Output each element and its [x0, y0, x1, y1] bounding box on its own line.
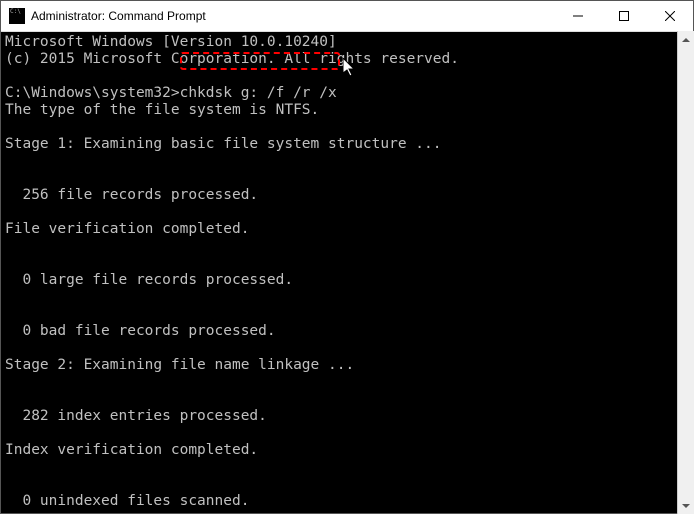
terminal-line — [5, 170, 689, 187]
app-icon — [9, 8, 25, 24]
terminal-line: Stage 2: Examining file name linkage ... — [5, 357, 689, 374]
scroll-up-button[interactable] — [678, 31, 694, 48]
terminal-line — [5, 476, 689, 493]
terminal-line — [5, 119, 689, 136]
terminal-line — [5, 425, 689, 442]
terminal-line: Microsoft Windows [Version 10.0.10240] — [5, 34, 689, 51]
window-controls — [555, 1, 693, 31]
terminal-line: The type of the file system is NTFS. — [5, 102, 689, 119]
terminal-line — [5, 238, 689, 255]
terminal-line: 256 file records processed. — [5, 187, 689, 204]
terminal-line — [5, 68, 689, 85]
scroll-down-button[interactable] — [678, 497, 694, 514]
minimize-button[interactable] — [555, 1, 601, 31]
titlebar[interactable]: Administrator: Command Prompt — [1, 1, 693, 32]
terminal-line: 0 unindexed files scanned. — [5, 493, 689, 510]
terminal-output[interactable]: Microsoft Windows [Version 10.0.10240](c… — [1, 32, 693, 513]
terminal-line: Stage 1: Examining basic file system str… — [5, 136, 689, 153]
terminal-line: C:\Windows\system32>chkdsk g: /f /r /x — [5, 85, 689, 102]
terminal-line — [5, 459, 689, 476]
terminal-line: 0 large file records processed. — [5, 272, 689, 289]
terminal-line: File verification completed. — [5, 221, 689, 238]
terminal-line — [5, 391, 689, 408]
maximize-button[interactable] — [601, 1, 647, 31]
terminal-line: 0 bad file records processed. — [5, 323, 689, 340]
terminal-line: (c) 2015 Microsoft Corporation. All righ… — [5, 51, 689, 68]
terminal-line: 282 index entries processed. — [5, 408, 689, 425]
terminal-line — [5, 153, 689, 170]
terminal-line — [5, 374, 689, 391]
terminal-line — [5, 306, 689, 323]
terminal-line — [5, 340, 689, 357]
command-prompt-window: Administrator: Command Prompt Microsoft … — [0, 0, 694, 514]
close-button[interactable] — [647, 1, 693, 31]
scrollbar-track[interactable] — [678, 48, 694, 497]
terminal-line: Index verification completed. — [5, 442, 689, 459]
window-title: Administrator: Command Prompt — [31, 9, 555, 23]
terminal-line — [5, 255, 689, 272]
terminal-line — [5, 204, 689, 221]
vertical-scrollbar[interactable] — [677, 31, 694, 514]
terminal-line — [5, 289, 689, 306]
